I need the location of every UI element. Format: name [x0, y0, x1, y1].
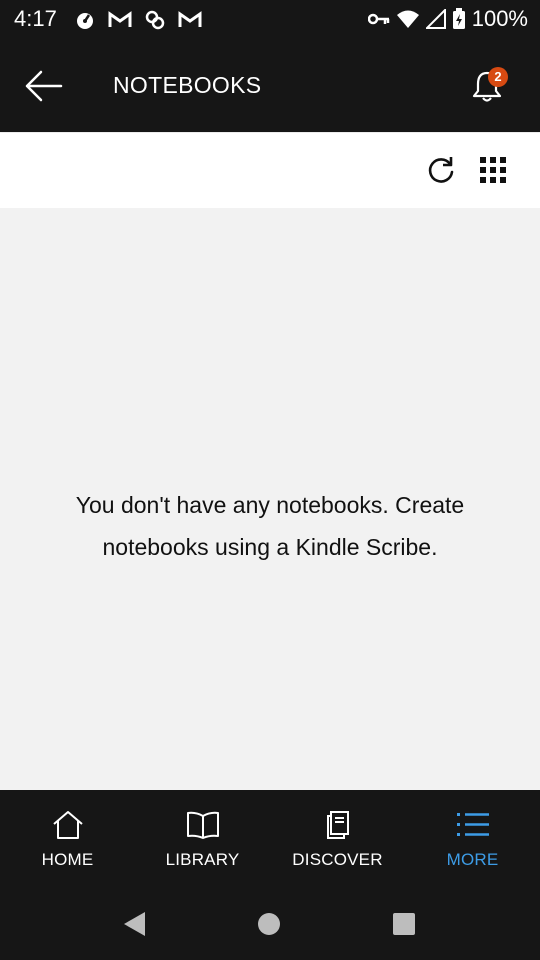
battery-icon: [452, 8, 465, 29]
nav-library[interactable]: LIBRARY: [135, 790, 270, 882]
circle-home-icon: [258, 913, 280, 935]
battery-percent: 100%: [471, 6, 528, 31]
gmail-icon: [108, 11, 132, 27]
grid-view-icon: [480, 157, 506, 183]
grid-view-button[interactable]: [472, 149, 514, 191]
notification-badge: 2: [488, 67, 508, 87]
discover-icon: [326, 811, 349, 839]
notifications-button[interactable]: 2: [466, 64, 510, 108]
nav-home-label: HOME: [41, 850, 94, 869]
triangle-back-icon: [124, 912, 145, 936]
notification-icons: [74, 8, 202, 32]
system-nav-bar: [0, 882, 540, 960]
back-button[interactable]: [18, 64, 68, 108]
refresh-button[interactable]: [420, 149, 462, 191]
book-icon: [186, 811, 219, 839]
gmail-icon-2: [178, 11, 202, 27]
nav-more-label: MORE: [446, 850, 499, 869]
timer-app-icon: [77, 13, 93, 29]
empty-state-message: You don't have any notebooks. Create not…: [75, 492, 465, 560]
status-time: 4:17: [14, 6, 57, 31]
status-bar: 4:17 100%: [0, 0, 540, 40]
nav-discover-label: DISCOVER: [292, 850, 383, 869]
notebooks-content: You don't have any notebooks. Create not…: [0, 208, 540, 790]
app-bar: NOTEBOOKS 2: [0, 40, 540, 132]
system-recents-button[interactable]: [384, 904, 424, 944]
system-back-button[interactable]: [114, 904, 154, 944]
system-home-button[interactable]: [249, 904, 289, 944]
nav-library-label: LIBRARY: [165, 850, 240, 869]
square-recents-icon: [393, 913, 415, 935]
vpn-key-icon: [367, 13, 389, 25]
signal-icon: [425, 9, 446, 29]
nav-home[interactable]: HOME: [0, 790, 135, 882]
menu-list-icon: [456, 813, 489, 836]
wifi-icon: [396, 10, 419, 28]
status-right: 100%: [367, 6, 528, 32]
nav-discover[interactable]: DISCOVER: [270, 790, 405, 882]
toolbar: [0, 133, 540, 208]
page-title: NOTEBOOKS: [113, 72, 262, 98]
refresh-icon: [428, 157, 454, 183]
arrow-left-icon: [25, 70, 63, 102]
nav-more[interactable]: MORE: [405, 790, 540, 882]
link-app-icon: [145, 10, 165, 30]
home-icon: [52, 811, 83, 839]
bottom-nav: HOME LIBRARY DISCOVER MORE: [0, 790, 540, 882]
